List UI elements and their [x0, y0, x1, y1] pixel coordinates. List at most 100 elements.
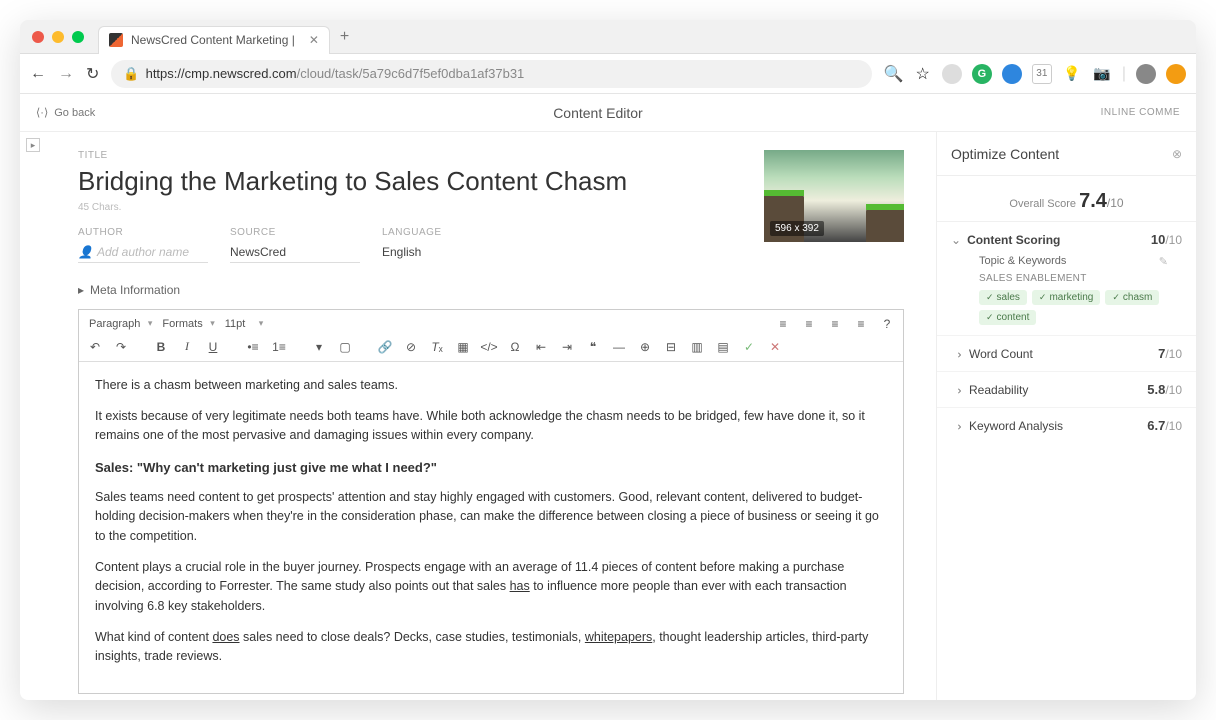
unlink-icon[interactable]: ⊘	[401, 337, 421, 357]
minimize-window-icon[interactable]	[52, 31, 64, 43]
camera-icon[interactable]: 📷	[1092, 64, 1112, 84]
inline-comments-toggle[interactable]: INLINE COMME	[1101, 107, 1180, 118]
content-title[interactable]: Bridging the Marketing to Sales Content …	[78, 165, 746, 198]
bullet-list-icon[interactable]: •≡	[243, 337, 263, 357]
image-dimensions: 596 x 392	[770, 221, 824, 236]
overall-score: Overall Score 7.4/10	[937, 176, 1196, 221]
avatar[interactable]	[1136, 64, 1156, 84]
editor-toolbar: Paragraph Formats 11pt ≡ ≡ ≡ ≡ ? ↶ ↷	[79, 310, 903, 362]
close-tab-icon[interactable]: ✕	[309, 33, 319, 47]
tag[interactable]: chasm	[1105, 290, 1159, 305]
split-icon[interactable]: ⊟	[661, 337, 681, 357]
edit-icon[interactable]: ✎	[1159, 255, 1168, 268]
page-title: Content Editor	[553, 105, 643, 121]
topic-keywords-label: Topic & Keywords	[979, 255, 1066, 267]
readability-row[interactable]: ⌄Readability 5.8/10	[937, 371, 1196, 407]
table-icon[interactable]: ▦	[453, 337, 473, 357]
link-icon[interactable]: 🔗	[375, 337, 395, 357]
panel-title: Optimize Content	[951, 146, 1059, 162]
ext-icon[interactable]	[942, 64, 962, 84]
search-icon[interactable]: 🔍	[884, 64, 904, 84]
hr-icon[interactable]: —	[609, 337, 629, 357]
align-right-icon[interactable]: ≡	[825, 314, 845, 334]
bold-icon[interactable]: B	[151, 337, 171, 357]
featured-image[interactable]: 596 x 392	[764, 150, 904, 242]
align-justify-icon[interactable]: ≡	[851, 314, 871, 334]
maximize-window-icon[interactable]	[72, 31, 84, 43]
bulb-icon[interactable]: 💡	[1062, 64, 1082, 84]
user-icon: 👤	[78, 245, 93, 259]
main-content: ▸ TITLE Bridging the Marketing to Sales …	[20, 132, 1196, 700]
star-icon[interactable]: ☆	[916, 64, 930, 84]
url-text: https://cmp.newscred.com/cloud/task/5a79…	[146, 66, 525, 81]
go-back-link[interactable]: ⟨·⟩ Go back	[36, 106, 95, 119]
grammarly-icon[interactable]: G	[972, 64, 992, 84]
meta-information-toggle[interactable]: ▸ Meta Information	[78, 283, 904, 297]
heading: Sales: "Why can't marketing just give me…	[95, 458, 887, 478]
editor-area: TITLE Bridging the Marketing to Sales Co…	[46, 132, 936, 700]
word-count-row[interactable]: ⌄Word Count 7/10	[937, 335, 1196, 371]
favicon-icon	[109, 33, 123, 47]
clear-format-icon[interactable]: Tₓ	[427, 337, 447, 357]
close-panel-icon[interactable]: ⊗	[1172, 147, 1182, 161]
keyword-tags: sales marketing chasm content	[979, 290, 1168, 325]
back-icon[interactable]: ←	[30, 65, 46, 83]
formats-select[interactable]: Formats	[158, 316, 214, 332]
collapse-toggle-icon[interactable]: ▸	[26, 138, 40, 152]
paragraph: There is a chasm between marketing and s…	[95, 376, 887, 395]
cancel-icon[interactable]: ✕	[765, 337, 785, 357]
window-titlebar: NewsCred Content Marketing | ✕ +	[20, 20, 1196, 54]
address-bar[interactable]: 🔒 https://cmp.newscred.com/cloud/task/5a…	[111, 60, 871, 88]
fontsize-select[interactable]: 11pt	[221, 316, 264, 332]
special-char-icon[interactable]: Ω	[505, 337, 525, 357]
editor-body[interactable]: There is a chasm between marketing and s…	[79, 362, 903, 693]
help-icon[interactable]: ?	[877, 314, 897, 334]
source-field[interactable]: NewsCred	[230, 242, 360, 263]
indent-icon[interactable]: ⇥	[557, 337, 577, 357]
image-icon[interactable]: ▾	[309, 337, 329, 357]
reload-icon[interactable]: ↻	[86, 64, 99, 84]
browser-window: NewsCred Content Marketing | ✕ + ← → ↻ 🔒…	[20, 20, 1196, 700]
italic-icon[interactable]: I	[177, 337, 197, 357]
paragraph: What kind of content does sales need to …	[95, 628, 887, 667]
media-icon[interactable]: ▢	[335, 337, 355, 357]
source-label: SOURCE	[230, 227, 360, 238]
align-left-icon[interactable]: ≡	[773, 314, 793, 334]
zoom-icon[interactable]	[1002, 64, 1022, 84]
paragraph-select[interactable]: Paragraph	[85, 316, 152, 332]
col-icon[interactable]: ▥	[687, 337, 707, 357]
close-window-icon[interactable]	[32, 31, 44, 43]
profile-badge-icon[interactable]	[1166, 64, 1186, 84]
left-gutter: ▸	[20, 132, 46, 700]
browser-tab[interactable]: NewsCred Content Marketing | ✕	[98, 26, 330, 54]
calendar-icon[interactable]: 31	[1032, 64, 1052, 84]
chevron-down-icon: ⌄	[951, 233, 961, 247]
content-scoring-row[interactable]: ⌄Content Scoring 10/10	[951, 232, 1182, 247]
author-label: AUTHOR	[78, 227, 208, 238]
more-icon[interactable]: ▤	[713, 337, 733, 357]
tag[interactable]: marketing	[1032, 290, 1100, 305]
paragraph: Content plays a crucial role in the buye…	[95, 558, 887, 616]
language-field[interactable]: English	[382, 242, 512, 262]
code-icon[interactable]: </>	[479, 337, 499, 357]
underline-icon[interactable]: U	[203, 337, 223, 357]
new-tab-icon[interactable]: +	[340, 28, 349, 46]
undo-icon[interactable]: ↶	[85, 337, 105, 357]
char-count: 45 Chars.	[78, 202, 746, 213]
number-list-icon[interactable]: 1≡	[269, 337, 289, 357]
insert-icon[interactable]: ⊕	[635, 337, 655, 357]
chevron-right-icon: ▸	[78, 283, 84, 297]
redo-icon[interactable]: ↷	[111, 337, 131, 357]
align-center-icon[interactable]: ≡	[799, 314, 819, 334]
outdent-icon[interactable]: ⇤	[531, 337, 551, 357]
keyword-analysis-row[interactable]: ⌄Keyword Analysis 6.7/10	[937, 407, 1196, 443]
quote-icon[interactable]: ❝	[583, 337, 603, 357]
chevron-right-icon: ⌄	[950, 384, 964, 396]
tag[interactable]: sales	[979, 290, 1027, 305]
check-icon[interactable]: ✓	[739, 337, 759, 357]
chevron-right-icon: ⌄	[950, 348, 964, 360]
tag[interactable]: content	[979, 310, 1036, 325]
paragraph: Sales teams need content to get prospect…	[95, 488, 887, 546]
forward-icon[interactable]: →	[58, 65, 74, 83]
author-field[interactable]: 👤Add author name	[78, 242, 208, 263]
